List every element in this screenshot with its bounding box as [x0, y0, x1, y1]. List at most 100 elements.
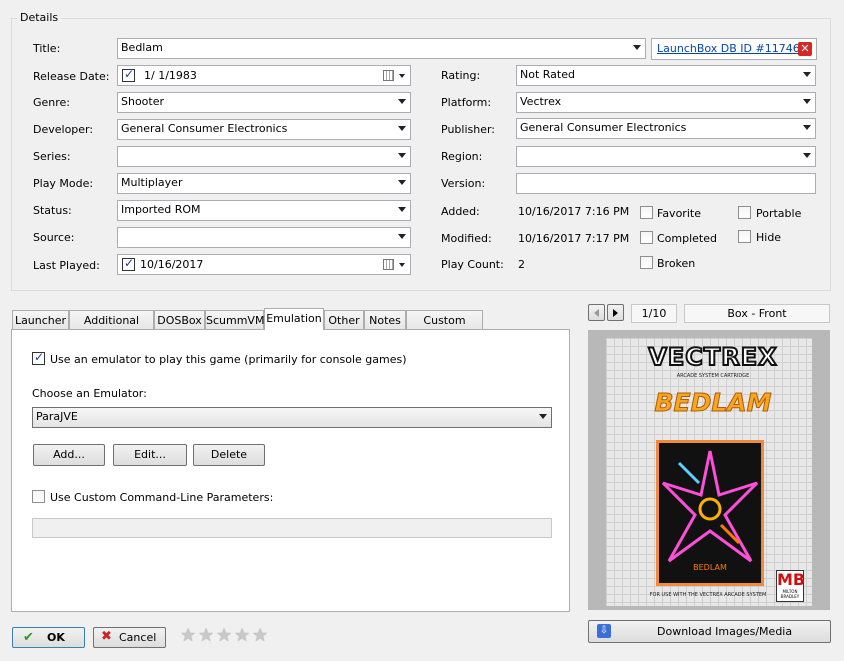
developer-label: Developer: — [33, 123, 94, 136]
favorite-checkbox[interactable] — [640, 206, 653, 219]
release-date-value: 1/ 1/1983 — [144, 69, 197, 82]
tab-notes[interactable]: Notes — [364, 310, 406, 330]
region-combo[interactable] — [516, 146, 816, 167]
tab-additional-apps[interactable]: Additional Apps — [69, 310, 154, 340]
play-mode-combo[interactable]: Multiplayer — [117, 173, 411, 194]
launchbox-db-link[interactable]: LaunchBox DB ID #117467 — [657, 42, 807, 55]
box-footer-text: FOR USE WITH THE VECTREX ARCADE SYSTEM — [649, 592, 767, 598]
region-label: Region: — [441, 150, 483, 163]
status-combo[interactable]: Imported ROM — [117, 200, 411, 221]
rating-value: Not Rated — [520, 68, 575, 81]
emulator-select[interactable]: ParaJVE — [32, 407, 552, 428]
tab-custom-fields[interactable]: Custom Fields — [406, 310, 483, 340]
download-media-label: Download Images/Media — [657, 625, 793, 638]
cartridge-text: ARCADE SYSTEM CARTRIDGE — [676, 373, 750, 379]
favorite-label: Favorite — [657, 207, 701, 220]
choose-emulator-label: Choose an Emulator: — [32, 387, 147, 400]
cancel-button[interactable]: ✖ Cancel — [93, 627, 166, 648]
genre-value: Shooter — [121, 95, 165, 108]
platform-combo[interactable]: Vectrex — [516, 92, 816, 113]
last-played-picker[interactable]: 10/16/2017 — [117, 254, 411, 275]
bedlam-title: BEDLAM — [654, 388, 772, 418]
emulation-panel — [11, 329, 570, 612]
cancel-label: Cancel — [119, 631, 157, 644]
added-label: Added: — [441, 205, 480, 218]
prev-image-button[interactable] — [588, 304, 605, 321]
status-value: Imported ROM — [121, 203, 201, 216]
mb-caption: MILTON BRADLEY — [780, 589, 800, 599]
title-label: Title: — [33, 42, 61, 55]
check-icon: ✔ — [23, 630, 34, 645]
rating-star-icon[interactable]: ★ — [180, 627, 198, 645]
rating-star-icon[interactable]: ★ — [234, 627, 252, 645]
tab-emulation[interactable]: Emulation — [264, 308, 324, 330]
broken-checkbox[interactable] — [640, 256, 653, 269]
x-icon: ✖ — [101, 629, 112, 644]
next-image-button[interactable] — [607, 304, 624, 321]
publisher-label: Publisher: — [441, 123, 496, 136]
platform-value: Vectrex — [520, 95, 562, 108]
genre-label: Genre: — [33, 96, 71, 109]
modified-label: Modified: — [441, 232, 492, 245]
publisher-combo[interactable]: General Consumer Electronics — [516, 118, 816, 139]
custom-params-checkbox[interactable] — [32, 490, 45, 503]
star-artwork — [661, 450, 759, 563]
publisher-value: General Consumer Electronics — [520, 121, 687, 134]
added-value: 10/16/2017 7:16 PM — [518, 205, 630, 218]
version-input[interactable] — [516, 173, 816, 194]
title-combo[interactable]: Bedlam — [117, 38, 646, 59]
edit-emulator-button[interactable]: Edit... — [113, 444, 187, 466]
play-count-value: 2 — [518, 258, 525, 271]
portable-checkbox[interactable] — [738, 206, 751, 219]
hide-checkbox[interactable] — [738, 230, 751, 243]
mb-letters: MB — [777, 570, 806, 589]
developer-value: General Consumer Electronics — [121, 122, 288, 135]
last-played-label: Last Played: — [33, 259, 100, 272]
download-media-button[interactable]: ⇩ Download Images/Media — [588, 620, 831, 643]
calendar-icon[interactable] — [383, 70, 394, 81]
modified-value: 10/16/2017 7:17 PM — [518, 232, 630, 245]
delete-emulator-button[interactable]: Delete — [193, 444, 265, 466]
tab-dosbox[interactable]: DOSBox — [154, 310, 205, 330]
source-label: Source: — [33, 231, 75, 244]
completed-label: Completed — [657, 232, 717, 245]
rating-combo[interactable]: Not Rated — [516, 65, 816, 86]
emulator-value: ParaJVE — [36, 410, 78, 423]
series-label: Series: — [33, 150, 71, 163]
series-combo[interactable] — [117, 146, 411, 167]
tab-other[interactable]: Other — [324, 310, 364, 330]
vectrex-logo: VECTREX — [647, 342, 778, 372]
hide-label: Hide — [756, 231, 782, 244]
rating-star-icon[interactable]: ★ — [216, 627, 234, 645]
genre-combo[interactable]: Shooter — [117, 92, 411, 113]
last-played-checkbox[interactable] — [122, 256, 135, 271]
ok-button[interactable]: ✔ OK — [12, 627, 85, 648]
details-group-title: Details — [17, 11, 62, 24]
developer-combo[interactable]: General Consumer Electronics — [117, 119, 411, 140]
platform-label: Platform: — [441, 96, 492, 109]
release-date-picker[interactable]: 1/ 1/1983 — [117, 65, 411, 86]
custom-params-input[interactable] — [32, 518, 552, 538]
tab-launcher[interactable]: Launcher — [12, 310, 69, 330]
release-date-checkbox[interactable] — [122, 67, 135, 82]
broken-label: Broken — [657, 257, 696, 270]
rating-star-icon[interactable]: ★ — [252, 627, 270, 645]
play-mode-value: Multiplayer — [121, 176, 183, 189]
use-emulator-label: Use an emulator to play this game (prima… — [50, 353, 407, 366]
last-played-value: 10/16/2017 — [140, 258, 204, 271]
tab-scummvm[interactable]: ScummVM — [205, 310, 264, 330]
remove-link-icon[interactable]: ✕ — [798, 42, 812, 56]
portable-label: Portable — [756, 207, 802, 220]
ok-label: OK — [47, 631, 65, 644]
image-counter: 1/10 — [631, 304, 677, 323]
title-value: Bedlam — [121, 41, 163, 54]
small-title: BEDLAM — [693, 563, 727, 572]
cover-artwork: BEDLAM — [656, 440, 764, 586]
rating-star-icon[interactable]: ★ — [198, 627, 216, 645]
source-combo[interactable] — [117, 227, 411, 248]
release-date-label: Release Date: — [33, 70, 110, 83]
calendar-icon[interactable] — [383, 259, 394, 270]
use-emulator-checkbox[interactable] — [32, 350, 45, 365]
completed-checkbox[interactable] — [640, 231, 653, 244]
add-emulator-button[interactable]: Add... — [33, 444, 105, 466]
